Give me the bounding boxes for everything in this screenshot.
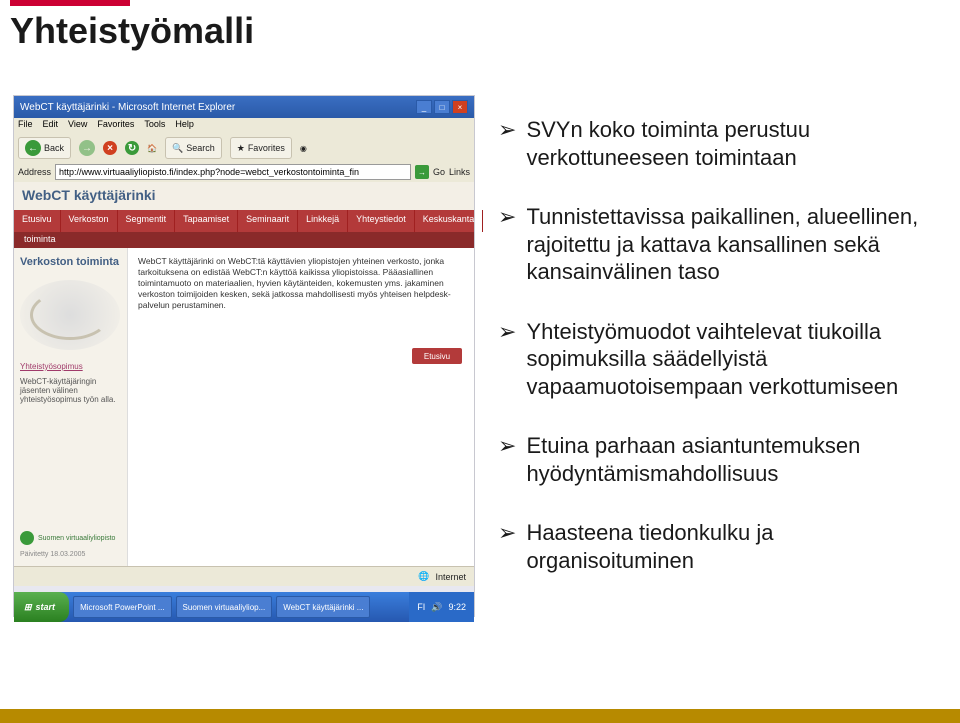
menu-edit[interactable]: Edit (43, 119, 59, 133)
menu-favorites[interactable]: Favorites (97, 119, 134, 133)
list-item: ➢ Haasteena tiedonkulku ja organisoitumi… (498, 519, 932, 574)
accent-strip (10, 0, 130, 6)
search-button[interactable]: 🔍 Search (165, 137, 222, 159)
menu-help[interactable]: Help (175, 119, 194, 133)
task-powerpoint[interactable]: Microsoft PowerPoint ... (73, 596, 171, 618)
bullet-text: SVYn koko toiminta perustuu verkottunees… (526, 116, 932, 171)
webct-tabs: Etusivu Verkoston Segmentit Tapaamiset S… (14, 210, 474, 232)
webct-sidebar: Verkoston toiminta Yhteistyösopimus WebC… (14, 248, 128, 566)
webct-subtab[interactable]: toiminta (14, 232, 474, 248)
page-title: Yhteistyömalli (10, 10, 254, 52)
system-tray: FI 🔊 9:22 (409, 592, 474, 622)
go-label: Go (433, 167, 445, 177)
ie-titlebar: WebCT käyttäjärinki - Microsoft Internet… (14, 96, 474, 118)
bullet-text: Tunnistettavissa paikallinen, alueelline… (526, 203, 932, 286)
address-label: Address (18, 167, 51, 177)
start-button[interactable]: ⊞ start (14, 592, 69, 622)
tab-keskuskanta[interactable]: Keskuskanta (415, 210, 484, 232)
bullet-marker-icon: ➢ (498, 519, 516, 574)
favorites-button[interactable]: ★ Favorites (230, 137, 292, 159)
start-label: start (36, 602, 56, 612)
close-icon[interactable]: × (452, 100, 468, 114)
bullet-marker-icon: ➢ (498, 203, 516, 286)
minimize-icon[interactable]: _ (416, 100, 432, 114)
tab-seminaarit[interactable]: Seminaarit (238, 210, 298, 232)
list-item: ➢ SVYn koko toiminta perustuu verkottune… (498, 116, 932, 171)
stop-icon[interactable]: × (103, 141, 117, 155)
bullet-text: Etuina parhaan asiantuntemuksen hyödyntä… (526, 432, 932, 487)
maximize-icon[interactable]: □ (434, 100, 450, 114)
ie-toolbar: ← Back → × ↻ 🏠 🔍 Search ★ Favorites ◉ (14, 134, 474, 162)
tab-segmentit[interactable]: Segmentit (118, 210, 176, 232)
webct-main: WebCT käyttäjärinki on WebCT:tä käyttävi… (128, 248, 474, 566)
tray-icon[interactable]: 🔊 (431, 602, 442, 613)
home-icon[interactable]: 🏠 (147, 144, 157, 153)
back-icon: ← (25, 140, 41, 156)
updated-text: Päivitetty 18.03.2005 (20, 551, 121, 558)
more-button[interactable]: Etusivu (412, 348, 462, 364)
window-title: WebCT käyttäjärinki - Microsoft Internet… (20, 102, 235, 113)
search-label: Search (186, 143, 215, 153)
ie-menubar: File Edit View Favorites Tools Help (14, 118, 474, 134)
clock: 9:22 (448, 602, 466, 612)
logo-icon (20, 531, 34, 545)
media-icon[interactable]: ◉ (300, 144, 307, 153)
star-icon: ★ (237, 143, 245, 154)
status-text: Internet (435, 572, 466, 582)
decorative-swirl-icon (20, 280, 120, 350)
bullet-text: Yhteistyömuodot vaihtelevat tiukoilla so… (526, 318, 932, 401)
menu-tools[interactable]: Tools (144, 119, 165, 133)
lang-indicator[interactable]: FI (417, 602, 425, 612)
go-icon[interactable]: → (415, 165, 429, 179)
tab-linkkeja[interactable]: Linkkejä (298, 210, 348, 232)
links-label[interactable]: Links (449, 167, 470, 177)
webct-body: Verkoston toiminta Yhteistyösopimus WebC… (14, 248, 474, 566)
forward-icon[interactable]: → (79, 140, 95, 156)
tab-verkoston[interactable]: Verkoston (61, 210, 118, 232)
bullet-list: ➢ SVYn koko toiminta perustuu verkottune… (498, 116, 932, 606)
task-svy[interactable]: Suomen virtuaaliyliop... (176, 596, 273, 618)
back-button[interactable]: ← Back (18, 137, 71, 159)
list-item: ➢ Etuina parhaan asiantuntemuksen hyödyn… (498, 432, 932, 487)
bullet-marker-icon: ➢ (498, 116, 516, 171)
tab-tapaamiset[interactable]: Tapaamiset (175, 210, 238, 232)
favorites-label: Favorites (248, 143, 285, 153)
windows-icon: ⊞ (24, 602, 32, 613)
embedded-screenshot: WebCT käyttäjärinki - Microsoft Internet… (14, 96, 474, 616)
ie-status-bar: 🌐 Internet (14, 566, 474, 586)
address-bar: Address → Go Links (14, 162, 474, 182)
bullet-text: Haasteena tiedonkulku ja organisoitumine… (526, 519, 932, 574)
menu-file[interactable]: File (18, 119, 33, 133)
footer-logo-text: Suomen virtuaaliyliopisto (38, 535, 115, 542)
tab-yhteystiedot[interactable]: Yhteystiedot (348, 210, 415, 232)
task-webct[interactable]: WebCT käyttäjärinki ... (276, 596, 370, 618)
list-item: ➢ Tunnistettavissa paikallinen, alueelli… (498, 203, 932, 286)
bullet-marker-icon: ➢ (498, 432, 516, 487)
back-label: Back (44, 143, 64, 153)
list-item: ➢ Yhteistyömuodot vaihtelevat tiukoilla … (498, 318, 932, 401)
address-input[interactable] (55, 164, 411, 180)
tab-etusivu[interactable]: Etusivu (14, 210, 61, 232)
menu-view[interactable]: View (68, 119, 87, 133)
refresh-icon[interactable]: ↻ (125, 141, 139, 155)
side-link-sopimus[interactable]: Yhteistyösopimus (20, 362, 121, 371)
globe-icon: 🌐 (418, 571, 429, 582)
window-controls: _ □ × (416, 100, 468, 114)
webct-header: WebCT käyttäjärinki (14, 182, 474, 210)
side-heading: Verkoston toiminta (20, 256, 121, 268)
windows-taskbar: ⊞ start Microsoft PowerPoint ... Suomen … (14, 592, 474, 622)
webct-body-text: WebCT käyttäjärinki on WebCT:tä käyttävi… (138, 256, 464, 311)
search-icon: 🔍 (172, 143, 183, 154)
bullet-marker-icon: ➢ (498, 318, 516, 401)
side-link-desc: WebCT-käyttäjäringin jäsenten välinen yh… (20, 377, 121, 404)
